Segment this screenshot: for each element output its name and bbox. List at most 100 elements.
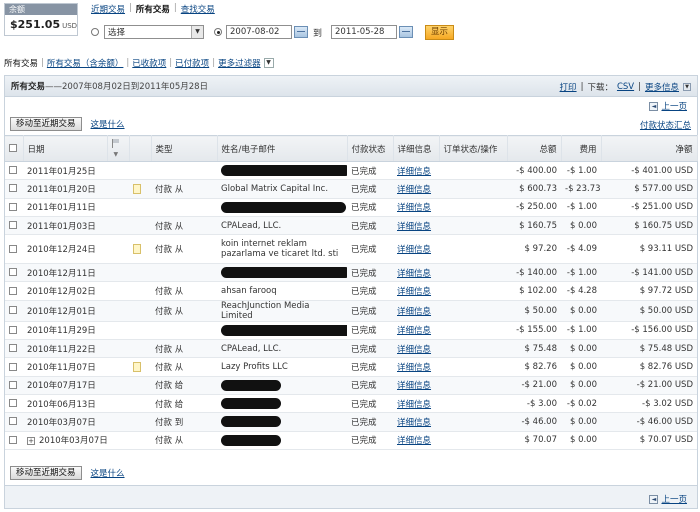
panel-title: 所有交易 [11, 82, 46, 92]
status-column-header[interactable]: 付款状态 [347, 135, 394, 162]
period-select[interactable]: 选择 ▼ [104, 25, 204, 39]
date-column-header[interactable]: 日期 [23, 135, 108, 162]
row-checkbox[interactable] [9, 221, 17, 230]
header-links: 打印 | 下载： CSV | 更多信息 ▼ [560, 81, 691, 93]
row-details-link[interactable]: 详细信息 [397, 222, 431, 232]
whats-this-link[interactable]: 这是什么 [91, 118, 125, 130]
row-checkbox[interactable] [9, 362, 17, 371]
date-from-input[interactable]: 2007-08-02 [226, 25, 292, 39]
row-details-link[interactable]: 详细信息 [397, 363, 431, 373]
row-checkbox[interactable] [9, 344, 17, 353]
filter-paid[interactable]: 已付款项 [175, 57, 209, 69]
pager-top: ◄ 上一页 [5, 97, 697, 113]
prev-page-link[interactable]: 上一页 [661, 493, 687, 505]
csv-link[interactable]: CSV [617, 82, 634, 92]
prev-page-top[interactable]: ◄ 上一页 [649, 100, 687, 112]
row-gross: -$ 155.00 [507, 321, 561, 341]
row-details-link[interactable]: 详细信息 [397, 326, 431, 336]
row-details-link[interactable]: 详细信息 [397, 436, 431, 446]
row-checkbox[interactable] [9, 417, 17, 426]
row-status: 已完成 [347, 376, 393, 395]
row-checkbox[interactable] [9, 268, 17, 277]
redacted-name [221, 416, 281, 428]
row-date: 2010年11月07日 [23, 357, 107, 377]
row-checkbox[interactable] [9, 244, 17, 253]
chevron-down-icon[interactable]: ▼ [263, 58, 274, 68]
transactions-table: 日期 ▼ 类型 姓名/电子邮件 付款状态 详细信息 订单状态/操作 总额 费用 … [5, 135, 698, 450]
row-type: 付款 从 [151, 357, 217, 377]
row-details-link[interactable]: 详细信息 [397, 381, 431, 391]
tab-find-transaction[interactable]: 查找交易 [181, 3, 215, 15]
show-button[interactable]: 显示 [425, 24, 455, 40]
row-details-link[interactable]: 详细信息 [397, 203, 431, 213]
row-gross: $ 75.48 [507, 339, 561, 359]
row-net: $ 50.00 USD [601, 300, 697, 322]
row-net: $ 160.75 USD [601, 216, 697, 236]
prev-page-link[interactable]: 上一页 [661, 100, 687, 112]
row-name [217, 263, 347, 283]
row-details-link[interactable]: 详细信息 [397, 287, 431, 297]
prev-arrow-icon[interactable]: ◄ [649, 101, 659, 111]
row-status: 已完成 [347, 339, 393, 359]
row-checkbox[interactable] [9, 166, 17, 175]
print-link[interactable]: 打印 [560, 81, 577, 93]
chevron-down-icon: ▼ [191, 26, 203, 38]
name-column-header[interactable]: 姓名/电子邮件 [217, 135, 348, 162]
filter-more[interactable]: 更多过滤器 [218, 57, 261, 69]
row-details-link[interactable]: 详细信息 [397, 245, 431, 255]
tab-recent-transactions[interactable]: 近期交易 [91, 3, 125, 15]
note-icon[interactable] [133, 243, 141, 254]
period-radio[interactable] [91, 28, 99, 36]
balance-value: $251.05 USD [5, 15, 77, 31]
row-checkbox[interactable] [9, 399, 17, 408]
row-checkbox[interactable] [9, 286, 17, 295]
row-type: 付款 从 [151, 281, 217, 301]
filter-all-with-balance[interactable]: 所有交易（含余额） [47, 57, 124, 69]
row-details-link[interactable]: 详细信息 [397, 345, 431, 355]
archive-button[interactable]: 移动至近期交易 [10, 466, 82, 480]
archive-button[interactable]: 移动至近期交易 [10, 117, 82, 131]
expand-icon[interactable]: + [27, 436, 35, 445]
row-gross: -$ 140.00 [507, 263, 561, 283]
tab-all-transactions[interactable]: 所有交易 [136, 3, 170, 15]
row-checkbox[interactable] [9, 306, 17, 315]
calendar-icon[interactable] [294, 26, 308, 38]
download-label: 下载： [587, 83, 613, 93]
row-checkbox[interactable] [9, 202, 17, 211]
row-checkbox[interactable] [9, 435, 17, 444]
chevron-down-icon[interactable]: ▼ [683, 83, 691, 91]
row-details-link[interactable]: 详细信息 [397, 167, 431, 177]
note-icon[interactable] [133, 183, 141, 194]
calendar-icon[interactable] [399, 26, 414, 38]
date-range-radio[interactable] [214, 28, 222, 36]
prev-arrow-icon[interactable]: ◄ [649, 494, 659, 504]
table-row: +2010年03月07日 付款 从 已完成 详细信息 $ 70.07 $ 0.00 $ 70… [5, 431, 697, 450]
row-type [151, 263, 217, 283]
type-column-header[interactable]: 类型 [151, 135, 218, 162]
more-info-link[interactable]: 更多信息 [645, 81, 679, 93]
row-details-link[interactable]: 详细信息 [397, 269, 431, 279]
filter-received[interactable]: 已收款项 [132, 57, 166, 69]
row-name: ReachJunction Media Limited [217, 300, 347, 322]
flag-column-header[interactable]: ▼ [107, 135, 130, 162]
balance-label: 余额 [5, 4, 77, 15]
select-all-checkbox[interactable] [9, 144, 17, 152]
row-net: $ 70.07 USD [601, 431, 697, 450]
payment-status-summary-link[interactable]: 付款状态汇总 [640, 119, 691, 131]
whats-this-link[interactable]: 这是什么 [91, 467, 125, 479]
note-icon[interactable] [133, 361, 141, 372]
balance-box: 余额 $251.05 USD [4, 3, 78, 36]
row-checkbox[interactable] [9, 325, 17, 334]
row-checkbox[interactable] [9, 184, 17, 193]
panel-header: 所有交易 ——2007年08月02日到2011年05月28日 打印 | 下载： … [5, 76, 697, 97]
row-date: 2011年01月03日 [23, 216, 107, 236]
prev-page-bottom[interactable]: ◄ 上一页 [649, 493, 687, 505]
row-checkbox[interactable] [9, 380, 17, 389]
row-details-link[interactable]: 详细信息 [397, 185, 431, 195]
row-details-link[interactable]: 详细信息 [397, 418, 431, 428]
date-to-input[interactable]: 2011-05-28 [331, 25, 398, 39]
top-tabs: 近期交易 | 所有交易 | 查找交易 [91, 3, 215, 15]
row-details-link[interactable]: 详细信息 [397, 307, 431, 317]
row-details-link[interactable]: 详细信息 [397, 400, 431, 410]
row-status: 已完成 [347, 263, 393, 283]
